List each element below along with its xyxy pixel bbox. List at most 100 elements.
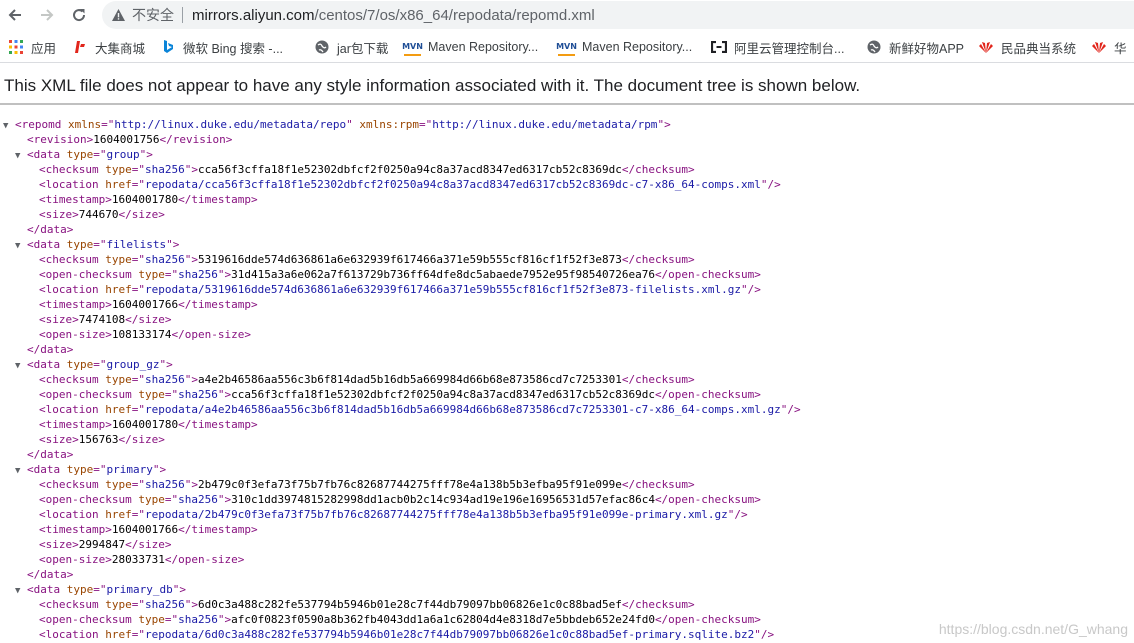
xml-attr-name: xmlns [61, 118, 102, 131]
xml-attr-value: sha256 [144, 478, 185, 491]
xml-text: 156763 [78, 433, 119, 446]
xml-notice: This XML file does not appear to have an… [0, 71, 1134, 105]
bookmark-label: Maven Repository... [428, 40, 539, 54]
xml-tag-name: <location [39, 508, 99, 521]
xml-attr-value: primary_db [106, 583, 173, 596]
maven-icon: MVN [402, 38, 423, 56]
xml-punct: =" [131, 628, 145, 641]
xml-punct: =" [101, 118, 115, 131]
xml-text: cca56f3cffa18f1e52302dbfcf2f0250a94c8a37… [231, 388, 655, 401]
xml-punct: =" [131, 508, 145, 521]
collapse-arrow-icon[interactable]: ▼ [15, 149, 27, 164]
xml-tag-name: <open-size [39, 328, 106, 341]
collapse-arrow-icon[interactable]: ▼ [15, 239, 27, 254]
xml-punct: > [105, 553, 112, 566]
arrow-left-icon [8, 9, 21, 21]
xml-line: <checksum type="sha256">5319616dde574d63… [27, 252, 695, 267]
xml-punct: > [191, 598, 198, 611]
xml-text: 1604001756 [93, 133, 160, 146]
xml-attr-value: sha256 [178, 388, 218, 401]
xml-punct: " [741, 283, 748, 296]
xml-tag-close: </open-size> [171, 328, 251, 341]
xml-punct: " [346, 118, 353, 131]
arrow-right-icon [41, 9, 54, 21]
xml-punct: > [191, 163, 198, 176]
xml-punct: " [754, 628, 761, 641]
bookmark-jar[interactable]: jar包下载 [314, 38, 388, 56]
xml-line: <open-size>108133174</open-size> [27, 327, 251, 342]
bookmark-maven-1[interactable]: MVN Maven Repository... [402, 38, 539, 56]
url-domain: mirrors.aliyun.com [192, 6, 315, 24]
xml-attr-name: type [60, 238, 94, 251]
xml-attr-value: sha256 [144, 163, 185, 176]
xml-punct: =" [164, 493, 179, 506]
url-text[interactable]: mirrors.aliyun.com/centos/7/os/x86_64/re… [192, 7, 595, 24]
xml-tag-close: </revision> [159, 133, 233, 146]
xml-text: 7474108 [78, 313, 126, 326]
forward-button[interactable] [35, 3, 59, 27]
bookmark-label: 新鲜好物APP [889, 41, 965, 56]
xml-line: ▼ <data type="group_gz"> [15, 357, 173, 372]
xml-punct: > [105, 298, 112, 311]
xml-tag-close: </open-checksum> [654, 388, 761, 401]
xml-tag-close: </checksum> [621, 373, 695, 386]
xml-tag-close: </checksum> [621, 598, 695, 611]
xml-attr-value: primary [106, 463, 153, 476]
back-button[interactable] [3, 3, 27, 27]
reload-button[interactable] [67, 3, 91, 27]
xml-punct: " [760, 178, 768, 191]
xml-line: <open-checksum type="sha256">cca56f3cffa… [27, 387, 761, 402]
xml-line: ▼ <data type="group"> [15, 147, 153, 162]
xml-tag-close: </timestamp> [178, 418, 258, 431]
xml-tag-close: </open-checksum> [654, 268, 761, 281]
xml-punct: =" [93, 238, 107, 251]
xml-punct: > [72, 538, 79, 551]
huawei-icon [1091, 39, 1107, 55]
xml-attr-name: type [131, 613, 165, 626]
xml-line: ▼ <data type="primary"> [15, 462, 166, 477]
collapse-arrow-icon[interactable]: ▼ [15, 464, 27, 479]
xml-punct: =" [131, 598, 145, 611]
bookmark-minpin[interactable]: 民品典当系统 [978, 38, 1076, 56]
xml-attr-name: type [98, 598, 132, 611]
xml-line: <open-checksum type="sha256">310c1dd3974… [27, 492, 761, 507]
bing-icon [160, 39, 176, 55]
collapse-arrow-icon[interactable]: ▼ [15, 359, 27, 374]
collapse-arrow-icon[interactable]: ▼ [15, 584, 27, 599]
xml-tag-name: <checksum [39, 598, 99, 611]
xml-tag-name: <timestamp [39, 298, 106, 311]
xml-attr-name: type [131, 388, 165, 401]
bookmark-maven-2[interactable]: MVN Maven Repository... [556, 38, 692, 56]
xml-punct: > [72, 313, 79, 326]
xml-punct: > [664, 118, 671, 131]
bookmark-hua[interactable]: 华 [1091, 38, 1127, 56]
warning-icon[interactable] [110, 7, 126, 23]
xml-attr-value: repodata/a4e2b46586aa556c3b6f814dad5b16d… [144, 403, 781, 416]
xml-attr-name: type [60, 148, 94, 161]
not-secure-label[interactable]: 不安全 [132, 5, 174, 25]
xml-tag-close: </open-checksum> [654, 613, 761, 626]
xml-tag-name: <repomd [15, 118, 62, 131]
xml-attr-value: http://linux.duke.edu/metadata/rpm [432, 118, 658, 131]
xml-attr-name: xmlns:rpm [352, 118, 420, 131]
xml-tag-close: </checksum> [621, 163, 695, 176]
bookmark-apps[interactable]: 应用 [8, 38, 56, 56]
bookmark-bing[interactable]: 微软 Bing 搜索 -... [160, 38, 283, 56]
xml-attr-name: type [98, 373, 132, 386]
xml-text: 1604001766 [111, 523, 179, 536]
xml-punct: > [191, 253, 198, 266]
xml-tag-name: <checksum [39, 163, 99, 176]
omnibox[interactable]: 不安全 mirrors.aliyun.com/centos/7/os/x86_6… [102, 1, 1134, 29]
xml-punct: > [105, 328, 112, 341]
bookmark-xinxian[interactable]: 新鲜好物APP [866, 38, 964, 56]
xml-line: <location href="repodata/a4e2b46586aa556… [27, 402, 801, 417]
xml-attr-name: href [98, 628, 132, 641]
xml-attr-value: sha256 [178, 613, 218, 626]
xml-punct: =" [131, 373, 145, 386]
xml-text: 5319616dde574d636861a6e632939f617466a371… [197, 253, 622, 266]
bookmark-dajia[interactable]: 大集商城 [72, 38, 145, 56]
bookmark-aliyun[interactable]: 阿里云管理控制台... [711, 38, 844, 56]
maven-icon: MVN [556, 38, 577, 56]
xml-tag-close: </timestamp> [178, 298, 258, 311]
collapse-arrow-icon[interactable]: ▼ [3, 119, 15, 134]
